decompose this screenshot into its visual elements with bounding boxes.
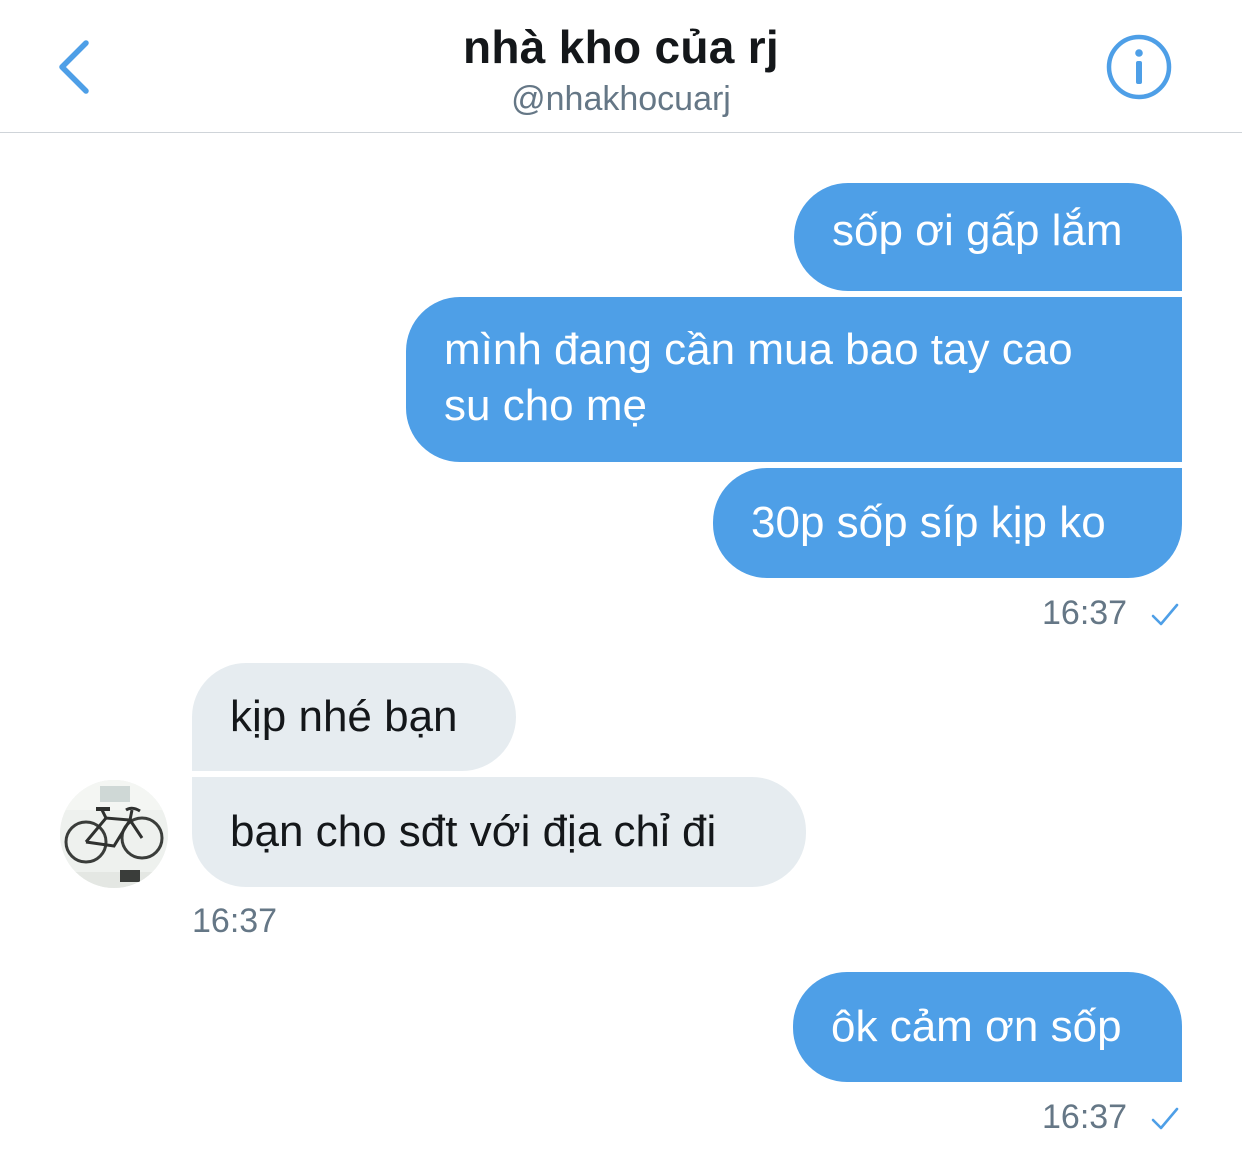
bicycle-avatar-image xyxy=(60,780,168,888)
conversation-handle[interactable]: @nhakhocuarj xyxy=(0,80,1242,119)
message-text: bạn cho sđt với địa chỉ đi xyxy=(230,807,717,856)
message-text-line: mình đang cần mua bao tay cao xyxy=(444,325,1073,374)
sent-check-icon xyxy=(1151,603,1179,626)
message-timestamp: 16:37 xyxy=(1042,594,1128,632)
message-text: sốp ơi gấp lắm xyxy=(832,206,1123,255)
message-timestamp: 16:37 xyxy=(1042,1098,1128,1136)
message-text: ôk cảm ơn sốp xyxy=(831,1002,1122,1051)
sent-check-icon xyxy=(1151,1107,1179,1130)
outgoing-message[interactable]: ôk cảm ơn sốp xyxy=(793,972,1182,1082)
avatar[interactable] xyxy=(60,780,168,888)
message-text-line: su cho mẹ xyxy=(444,381,647,430)
outgoing-message[interactable]: sốp ơi gấp lắm xyxy=(794,183,1182,291)
conversation-title[interactable]: nhà kho của rj xyxy=(0,20,1242,74)
incoming-message[interactable]: kịp nhé bạn xyxy=(192,663,516,771)
info-button[interactable] xyxy=(1104,32,1174,102)
info-circle-icon xyxy=(1106,34,1172,100)
incoming-message[interactable]: bạn cho sđt với địa chỉ đi xyxy=(192,777,806,887)
message-timestamp: 16:37 xyxy=(192,902,278,940)
outgoing-message[interactable]: 30p sốp síp kịp ko xyxy=(713,468,1182,578)
outgoing-message[interactable]: mình đang cần mua bao tay cao su cho mẹ xyxy=(406,297,1182,462)
message-text: kịp nhé bạn xyxy=(230,692,458,741)
message-text: 30p sốp síp kịp ko xyxy=(751,498,1106,547)
conversation-header: nhà kho của rj @nhakhocuarj xyxy=(0,0,1242,133)
